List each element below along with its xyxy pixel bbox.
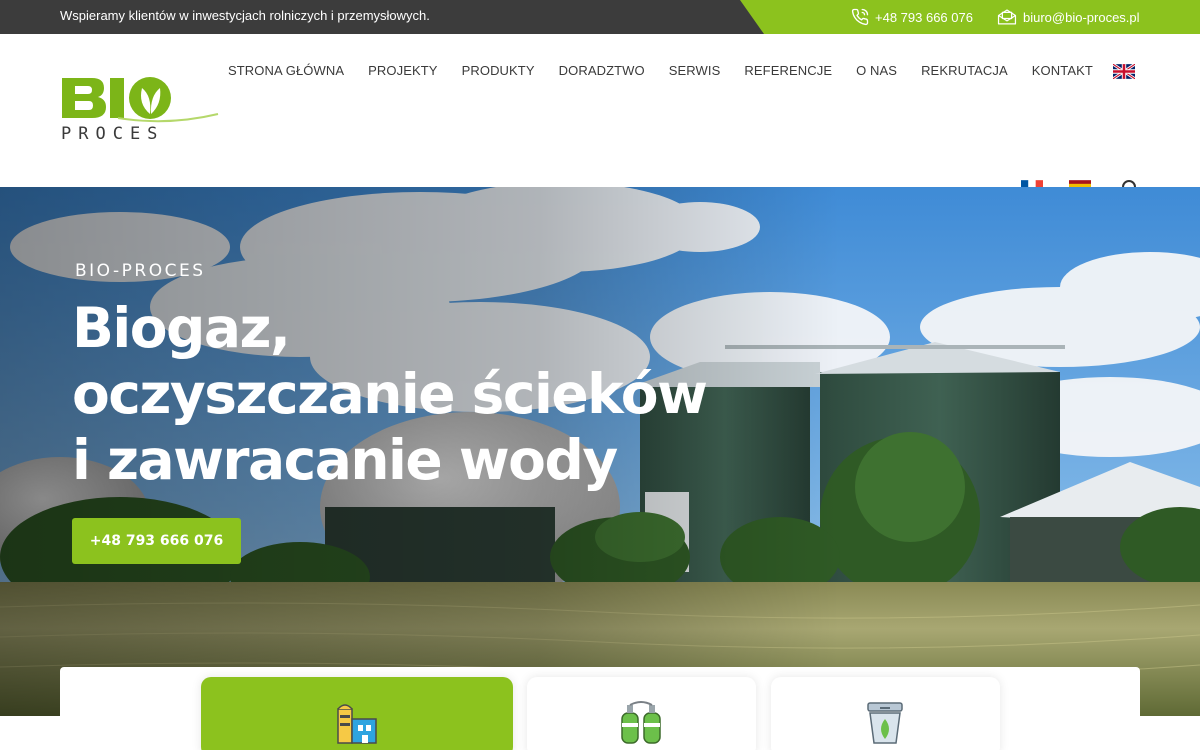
envelope-icon — [997, 8, 1017, 26]
tagline: Wspieramy klientów w inwestycjach rolnic… — [60, 8, 430, 23]
nav-item-consulting[interactable]: DORADZTWO — [559, 63, 645, 78]
site-header: PROCES STRONA GŁÓWNA PROJEKTY PRODUKTY D… — [0, 34, 1200, 189]
top-phone-link[interactable]: +48 793 666 076 — [851, 8, 973, 26]
hero-phone-button[interactable]: +48 793 666 076 — [72, 518, 241, 564]
nav-item-about[interactable]: O NAS — [856, 63, 897, 78]
hero-headline: Biogaz, oczyszczanie ścieków i zawracani… — [72, 295, 708, 493]
nav-item-service[interactable]: SERWIS — [669, 63, 721, 78]
biogas-plant-icon — [334, 699, 380, 745]
hero-headline-line: oczyszczanie ścieków — [72, 362, 708, 426]
nav-item-references[interactable]: REFERENCJE — [744, 63, 832, 78]
top-phone-text: +48 793 666 076 — [875, 9, 973, 25]
nav-item-projects[interactable]: PROJEKTY — [368, 63, 437, 78]
logo-proces-text: PROCES — [61, 124, 165, 144]
water-treatment-icon — [862, 699, 908, 745]
nav-item-home[interactable]: STRONA GŁÓWNA — [228, 63, 344, 78]
top-email-text: biuro@bio-proces.pl — [1023, 9, 1140, 25]
service-card-biogas[interactable] — [201, 677, 513, 750]
main-nav: STRONA GŁÓWNA PROJEKTY PRODUKTY DORADZTW… — [228, 63, 1117, 78]
en-flag-icon[interactable] — [1113, 64, 1135, 79]
hero-headline-line: i zawracanie wody — [72, 428, 618, 492]
nav-item-products[interactable]: PRODUKTY — [462, 63, 535, 78]
service-card-gas[interactable] — [527, 677, 756, 750]
hero-eyebrow: BIO-PROCES — [75, 261, 206, 281]
service-cards — [60, 667, 1140, 750]
service-card-water[interactable] — [771, 677, 1000, 750]
top-bar: Wspieramy klientów w inwestycjach rolnic… — [0, 0, 1200, 34]
top-email-link[interactable]: biuro@bio-proces.pl — [997, 8, 1140, 26]
logo[interactable]: PROCES — [58, 74, 228, 149]
hero-headline-line: Biogaz, — [72, 296, 291, 360]
hero-section: BIO-PROCES Biogaz, oczyszczanie ścieków … — [0, 187, 1200, 716]
phone-icon — [851, 8, 869, 26]
gas-cylinders-icon — [618, 699, 664, 745]
nav-item-contact[interactable]: KONTAKT — [1032, 63, 1093, 78]
nav-item-careers[interactable]: REKRUTACJA — [921, 63, 1008, 78]
